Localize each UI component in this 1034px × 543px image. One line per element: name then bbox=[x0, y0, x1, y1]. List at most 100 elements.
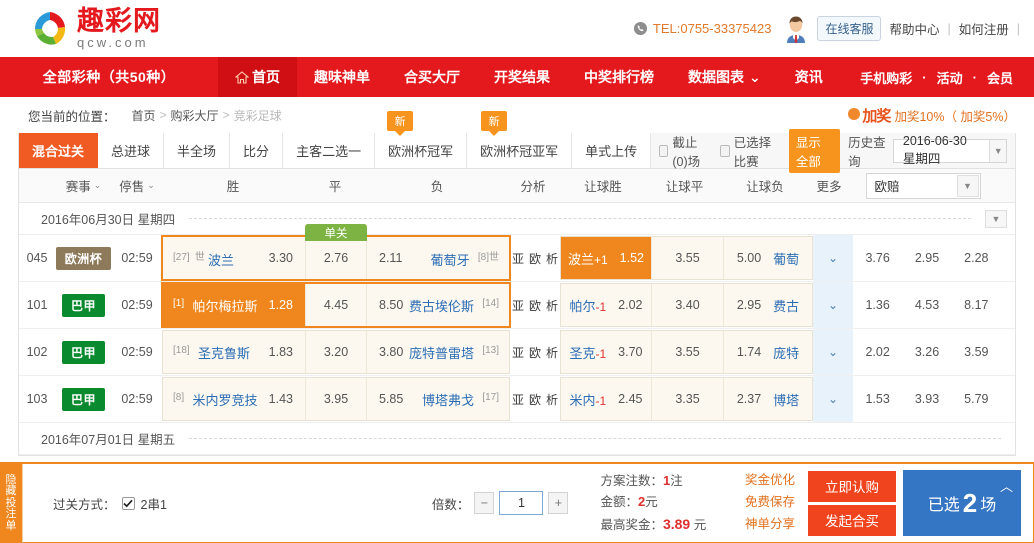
odds-home-win[interactable]: [8] 米内罗竞技 1.43 bbox=[163, 378, 305, 420]
analysis-detail[interactable]: 析 bbox=[546, 391, 558, 408]
breadcrumb-item-home[interactable]: 首页 bbox=[132, 107, 156, 124]
hide-bet-slip-button[interactable]: 隐藏投注单 bbox=[0, 464, 22, 543]
phone-icon bbox=[633, 21, 647, 36]
home-rank: [18] bbox=[173, 344, 190, 356]
selected-matches-button[interactable]: 已选 2 场 ︿ bbox=[903, 470, 1021, 536]
nav-item-member[interactable]: 会员 bbox=[984, 68, 1016, 87]
main-nav: 全部彩种（共50种） 首页 趣味神单 合买大厅 开奖结果 中奖排行榜 数据图表 … bbox=[0, 57, 1034, 97]
odds-away-win[interactable]: 2.11 葡萄牙 [8]世 bbox=[367, 237, 509, 279]
multiplier-increase-button[interactable]: + bbox=[548, 492, 569, 514]
analysis-europe[interactable]: 欧 bbox=[529, 250, 541, 267]
tab-half-full[interactable]: 半全场 bbox=[164, 133, 231, 168]
breadcrumb-item-hall[interactable]: 购彩大厅 bbox=[171, 107, 219, 124]
handicap-draw[interactable]: 3.55 bbox=[651, 331, 724, 373]
row-expand-button[interactable]: ⌄ bbox=[813, 329, 853, 375]
online-support-button[interactable]: 在线客服 bbox=[817, 16, 882, 41]
help-center-link[interactable]: 帮助中心 bbox=[887, 19, 941, 38]
analysis-europe[interactable]: 欧 bbox=[529, 344, 541, 361]
th-event[interactable]: 赛事 ⌄ bbox=[55, 176, 112, 195]
handicap-home-win[interactable]: 圣克-1 3.70 bbox=[561, 331, 651, 373]
handicap-away-win[interactable]: 2.37 博塔 bbox=[724, 378, 812, 420]
odds-away-win[interactable]: 8.50 费古埃伦斯 [14] bbox=[367, 284, 509, 326]
handicap-draw[interactable]: 3.35 bbox=[651, 378, 724, 420]
tab-mixed-parlay[interactable]: 混合过关 bbox=[19, 133, 99, 168]
handicap-away-win[interactable]: 1.74 庞特 bbox=[724, 331, 812, 373]
show-all-button[interactable]: 显示全部 bbox=[788, 128, 841, 173]
analysis-detail[interactable]: 析 bbox=[546, 250, 558, 267]
row-league: 巴甲 bbox=[55, 376, 112, 422]
history-date-picker[interactable]: 2016-06-30 星期四 ▼ bbox=[892, 134, 1007, 166]
nav-item-news[interactable]: 资讯 bbox=[778, 57, 840, 97]
filter-closed-matches[interactable]: 截止(0)场 bbox=[659, 132, 710, 170]
nav-item-group-buy[interactable]: 合买大厅 bbox=[387, 57, 477, 97]
nav-item-results[interactable]: 开奖结果 bbox=[477, 57, 567, 97]
analysis-detail[interactable]: 析 bbox=[546, 344, 558, 361]
handicap-home-win[interactable]: 波兰+1 1.52 bbox=[561, 237, 651, 279]
odds-draw[interactable]: 3.95 bbox=[305, 378, 367, 420]
odds-draw[interactable]: 单关 2.76 bbox=[305, 224, 367, 279]
nav-item-home[interactable]: 首页 bbox=[218, 57, 297, 97]
free-save-link[interactable]: 免费保存 bbox=[745, 492, 795, 514]
tab-euro-runner-up[interactable]: 新 欧洲杯冠亚军 bbox=[467, 111, 573, 168]
promo-banner[interactable]: 加奖 加奖10%（ 加奖5%） bbox=[848, 105, 1016, 126]
handicap-value: -1 bbox=[595, 346, 607, 361]
handicap-away-win[interactable]: 5.00 葡萄 bbox=[724, 237, 812, 279]
handicap-draw[interactable]: 3.55 bbox=[651, 237, 724, 279]
odds-away-win[interactable]: 3.80 庞特普雷塔 [13] bbox=[367, 331, 509, 373]
tab-total-goals[interactable]: 总进球 bbox=[98, 133, 165, 168]
nav-item-activity[interactable]: 活动 bbox=[934, 68, 966, 87]
site-logo[interactable]: 趣彩网 qcw.com bbox=[30, 8, 161, 49]
handicap-away-win[interactable]: 2.95 费古 bbox=[724, 284, 812, 326]
prize-optimize-link[interactable]: 奖金优化 bbox=[745, 470, 795, 492]
filter-selected-matches[interactable]: 已选择比赛 bbox=[720, 132, 779, 170]
handicap-draw[interactable]: 3.40 bbox=[651, 284, 724, 326]
odds-type-select[interactable]: 欧赔 ▼ bbox=[865, 172, 981, 199]
odds-home-win[interactable]: [18] 圣克鲁斯 1.83 bbox=[163, 331, 305, 373]
tab-euro-champion[interactable]: 新 欧洲杯冠军 bbox=[375, 111, 468, 168]
analysis-asia[interactable]: 亚 bbox=[512, 297, 524, 314]
calendar-dropdown-button[interactable]: ▼ bbox=[989, 139, 1006, 162]
nav-item-charts[interactable]: 数据图表 ⌄ bbox=[671, 57, 778, 97]
analysis-europe[interactable]: 欧 bbox=[529, 297, 541, 314]
handicap-home-win[interactable]: 帕尔-1 2.02 bbox=[561, 284, 651, 326]
handicap-home-win[interactable]: 米内-1 2.45 bbox=[561, 378, 651, 420]
multiplier-input[interactable] bbox=[499, 491, 544, 515]
checkbox-icon-parlay[interactable] bbox=[121, 496, 135, 510]
analysis-asia[interactable]: 亚 bbox=[512, 250, 524, 267]
nav-item-mobile[interactable]: 手机购彩 bbox=[857, 68, 915, 87]
checkbox-icon-selected[interactable] bbox=[720, 144, 730, 157]
nav-item-fun-list[interactable]: 趣味神单 bbox=[297, 57, 387, 97]
tab-single-upload[interactable]: 单式上传 bbox=[572, 133, 652, 168]
multiplier-decrease-button[interactable]: − bbox=[474, 492, 495, 514]
tab-euro-runner-up-label: 欧洲杯冠亚军 bbox=[480, 144, 559, 159]
analysis-asia[interactable]: 亚 bbox=[512, 344, 524, 361]
odds-draw[interactable]: 4.45 bbox=[305, 284, 367, 326]
analysis-detail[interactable]: 析 bbox=[546, 297, 558, 314]
tab-home-away[interactable]: 主客二选一 bbox=[283, 133, 376, 168]
odds-draw[interactable]: 3.20 bbox=[305, 331, 367, 373]
group-buy-button[interactable]: 发起合买 bbox=[808, 504, 896, 536]
odds-away-win[interactable]: 5.85 博塔弗戈 [17] bbox=[367, 378, 509, 420]
away-team: 博塔弗戈 bbox=[421, 392, 474, 408]
share-link[interactable]: 神单分享 bbox=[745, 514, 795, 536]
tab-score[interactable]: 比分 bbox=[230, 133, 284, 168]
eu-odd-x: 2.95 bbox=[914, 251, 940, 265]
row-expand-button[interactable]: ⌄ bbox=[813, 376, 853, 422]
analysis-asia[interactable]: 亚 bbox=[512, 391, 524, 408]
buy-now-button[interactable]: 立即认购 bbox=[808, 470, 896, 502]
checkbox-icon-closed[interactable] bbox=[659, 144, 669, 157]
chevron-down-icon-more: ⌄ bbox=[827, 251, 839, 265]
nav-all-lottery[interactable]: 全部彩种（共50种） bbox=[0, 57, 218, 97]
european-odds: 1.53 3.93 5.79 bbox=[853, 376, 1001, 422]
odds-type-dropdown-button[interactable]: ▼ bbox=[956, 174, 979, 197]
handicap-away-team: 费古 bbox=[773, 298, 800, 314]
row-expand-button[interactable]: ⌄ bbox=[813, 235, 853, 281]
register-guide-link[interactable]: 如何注册 bbox=[957, 19, 1011, 38]
nav-item-ranking[interactable]: 中奖排行榜 bbox=[567, 57, 671, 97]
th-stop-sale[interactable]: 停售 ⌄ bbox=[112, 176, 162, 195]
row-expand-button[interactable]: ⌄ bbox=[813, 282, 853, 328]
odds-home-win[interactable]: [1] 帕尔梅拉斯 1.28 bbox=[163, 284, 305, 326]
analysis-europe[interactable]: 欧 bbox=[529, 391, 541, 408]
date-group-collapse-button[interactable]: ▼ bbox=[985, 209, 1007, 228]
odds-home-win[interactable]: [27] 世 波兰 3.30 bbox=[163, 237, 305, 279]
